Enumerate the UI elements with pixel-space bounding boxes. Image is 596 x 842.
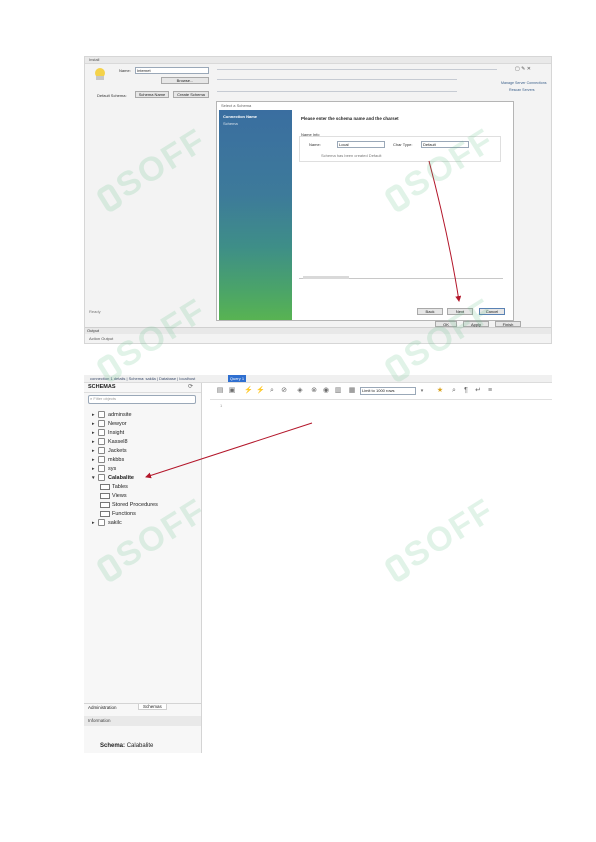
workbench-screenshot: connection 1 details | Schema: sakila | …: [84, 375, 552, 753]
red-arrow-annotation: [145, 422, 313, 479]
